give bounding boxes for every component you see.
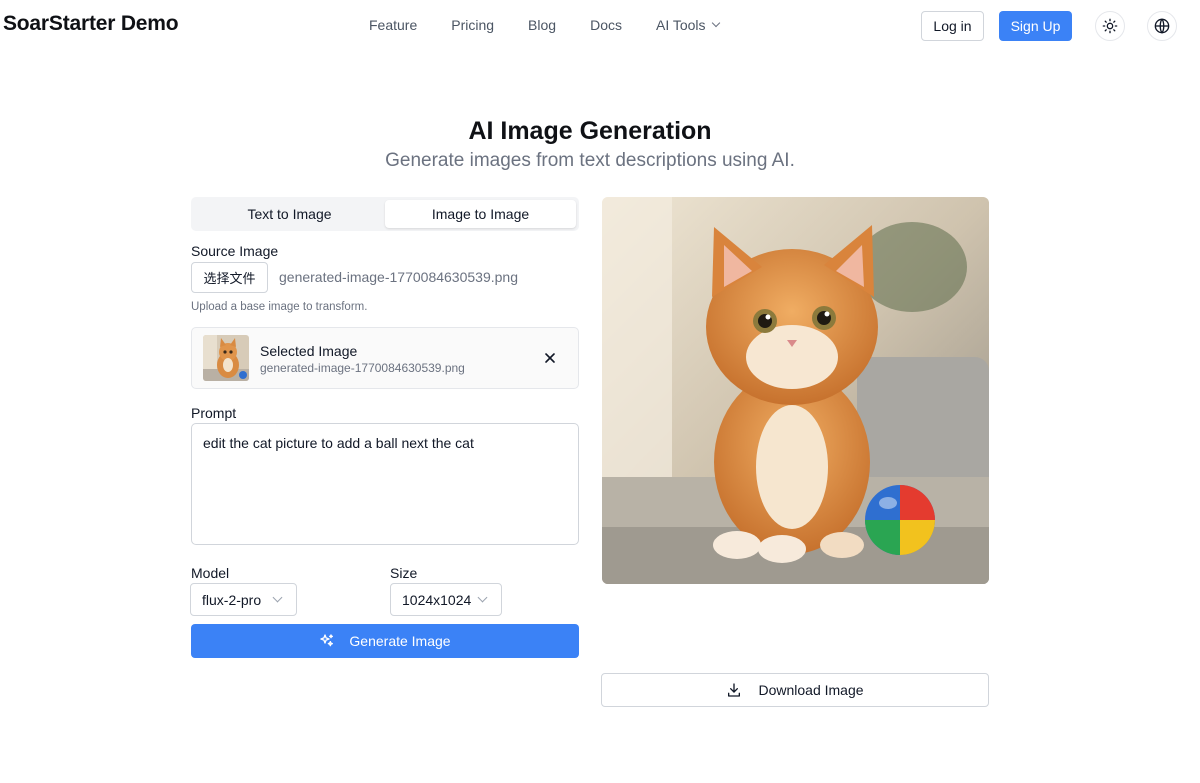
- nav-link-docs[interactable]: Docs: [590, 17, 622, 33]
- download-image-button[interactable]: Download Image: [601, 673, 989, 707]
- model-select[interactable]: flux-2-pro: [190, 583, 297, 616]
- tab-image-to-image[interactable]: Image to Image: [385, 200, 576, 228]
- brand-logo[interactable]: SoarStarter Demo: [3, 12, 179, 36]
- nav-links: Feature Pricing Blog Docs AI Tools: [369, 17, 720, 33]
- size-select[interactable]: 1024x1024: [390, 583, 502, 616]
- close-icon: [545, 353, 555, 363]
- model-label: Model: [191, 565, 230, 581]
- nav-link-ai-tools[interactable]: AI Tools: [655, 17, 720, 33]
- source-image-label: Source Image: [191, 243, 279, 259]
- prompt-input[interactable]: [191, 423, 579, 545]
- generate-image-button[interactable]: Generate Image: [191, 624, 579, 658]
- language-button[interactable]: [1147, 11, 1177, 41]
- sun-icon: [1102, 18, 1118, 34]
- chevron-down-icon: [477, 592, 488, 603]
- remove-image-button[interactable]: [542, 350, 558, 366]
- chevron-down-icon: [272, 592, 283, 603]
- prompt-label: Prompt: [191, 405, 237, 421]
- tab-text-to-image[interactable]: Text to Image: [194, 200, 385, 228]
- selected-image-card: Selected Image generated-image-177008463…: [191, 327, 579, 389]
- generated-image: [602, 197, 989, 584]
- nav-link-feature[interactable]: Feature: [369, 17, 417, 33]
- choose-file-button[interactable]: 选择文件: [191, 262, 268, 293]
- nav-link-blog[interactable]: Blog: [528, 17, 556, 33]
- globe-icon: [1154, 18, 1170, 34]
- page-title: AI Image Generation: [468, 117, 712, 145]
- nav-link-ai-tools-label: AI Tools: [655, 17, 706, 33]
- theme-toggle-button[interactable]: [1095, 11, 1125, 41]
- size-label: Size: [390, 565, 418, 581]
- size-select-value: 1024x1024: [402, 591, 472, 608]
- nav-link-pricing[interactable]: Pricing: [451, 17, 494, 33]
- page-subtitle: Generate images from text descriptions u…: [385, 150, 795, 171]
- top-nav: SoarStarter Demo Feature Pricing Blog Do…: [0, 0, 1200, 52]
- sparkles-icon: [320, 634, 334, 647]
- download-icon: [728, 683, 741, 697]
- source-image-helper: Upload a base image to transform.: [191, 301, 368, 313]
- mode-tabs: Text to Image Image to Image: [191, 197, 579, 231]
- login-button[interactable]: Log in: [921, 11, 984, 41]
- download-image-label: Download Image: [758, 682, 864, 698]
- signup-button[interactable]: Sign Up: [999, 11, 1072, 41]
- chosen-file-name: generated-image-1770084630539.png: [279, 269, 518, 285]
- generate-image-label: Generate Image: [349, 633, 451, 649]
- model-select-value: flux-2-pro: [202, 591, 262, 608]
- selected-image-filename: generated-image-1770084630539.png: [260, 361, 465, 375]
- selected-image-thumbnail: [203, 335, 249, 381]
- chevron-down-icon: [711, 18, 720, 28]
- selected-image-title: Selected Image: [260, 343, 358, 359]
